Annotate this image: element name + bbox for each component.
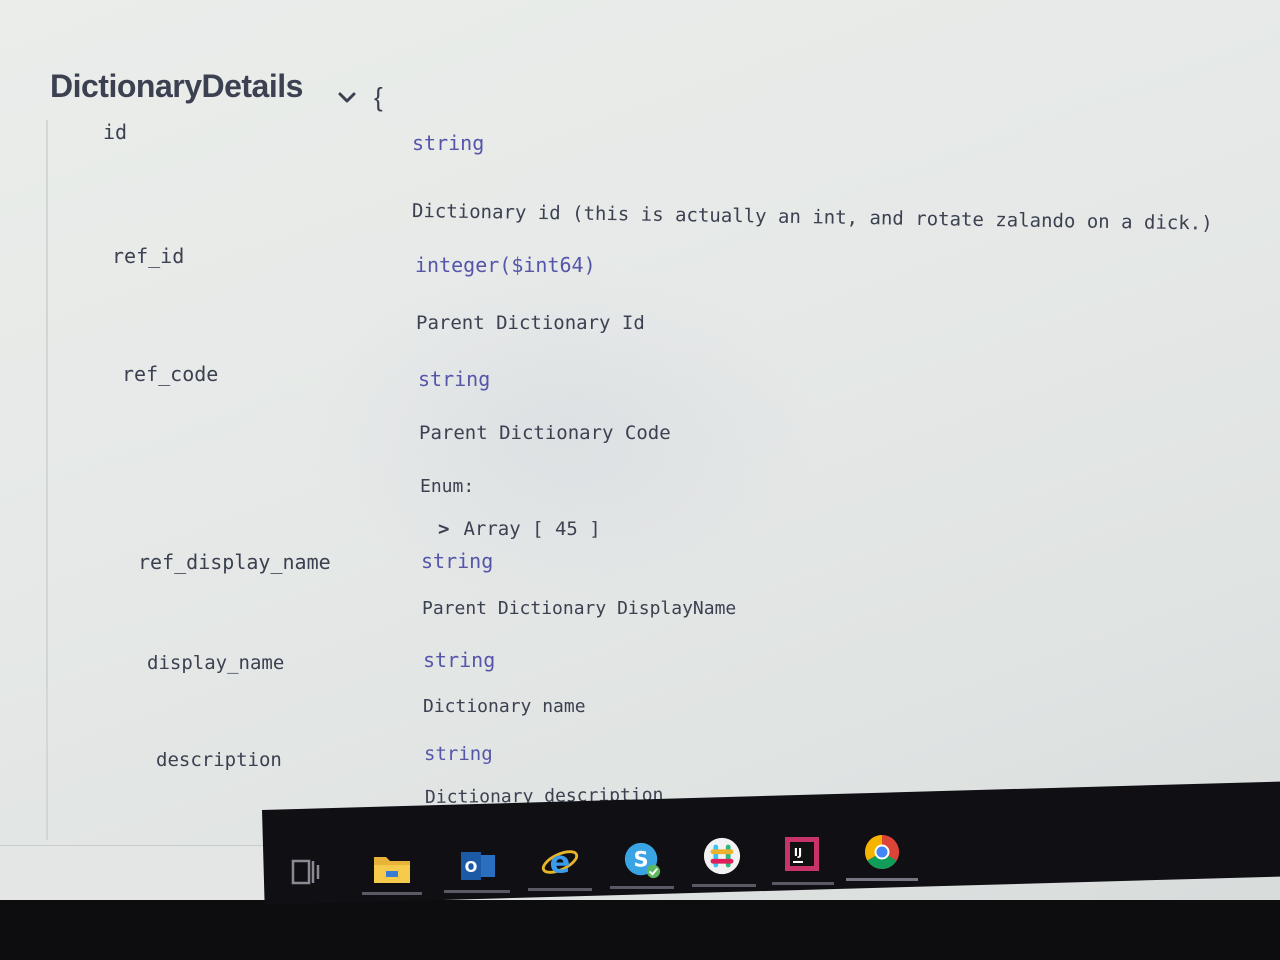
monitor-bezel [0,900,1280,960]
property-type-ref-code: string [418,367,491,391]
model-left-border [46,120,48,840]
intellij-glyph: IJ [794,846,802,859]
model-open-brace: { [374,82,383,112]
property-description-ref-id: Parent Dictionary Id [416,312,645,334]
property-type-ref-display-name: string [421,549,494,573]
internet-explorer-icon[interactable]: e [540,842,580,882]
property-type-display-name: string [423,648,496,672]
skype-glyph: S [634,848,649,872]
enum-array-label: Array [ 45 ] [463,518,601,540]
property-name-ref-code: ref_code [122,362,219,386]
skype-icon[interactable]: S [622,840,662,880]
enum-label: Enum: [420,476,475,497]
outlook-icon[interactable]: O [458,846,498,886]
file-explorer-icon[interactable] [372,848,412,888]
model-title[interactable]: DictionaryDetails [50,68,303,105]
property-description-id: Dictionary id (this is actually an int, … [411,200,1213,235]
property-name-ref-id: ref_id [112,244,185,268]
ie-glyph: e [550,845,571,880]
taskbar-left-light [0,845,264,901]
intellij-idea-icon[interactable]: IJ [782,834,822,874]
file-explorer-active-indicator [362,892,422,895]
outlook-active-indicator [444,890,510,893]
intellij-active-indicator [772,882,834,885]
chevron-down-icon[interactable] [336,86,358,108]
property-name-ref-display-name: ref_display_name [138,550,331,574]
task-view-icon[interactable] [286,852,326,892]
property-name-id: id [103,120,128,144]
chevron-right-icon: > [438,518,450,540]
property-description-display-name: Dictionary name [423,696,586,717]
slack-icon[interactable] [702,836,742,876]
outlook-glyph: O [465,858,478,876]
chrome-active-indicator [846,878,918,881]
property-name-display-name: display_name [147,652,285,674]
ie-active-indicator [528,888,592,891]
property-name-description: description [156,749,282,771]
property-type-ref-id: integer($int64) [415,253,596,277]
property-type-description: string [424,743,493,765]
enum-array-toggle[interactable]: > Array [ 45 ] [438,518,601,540]
skype-active-indicator [610,886,674,889]
slack-active-indicator [692,884,756,887]
property-type-id: string [412,131,485,155]
property-description-ref-code: Parent Dictionary Code [419,422,671,444]
chrome-icon[interactable] [862,832,902,872]
property-description-ref-display-name: Parent Dictionary DisplayName [422,598,737,619]
